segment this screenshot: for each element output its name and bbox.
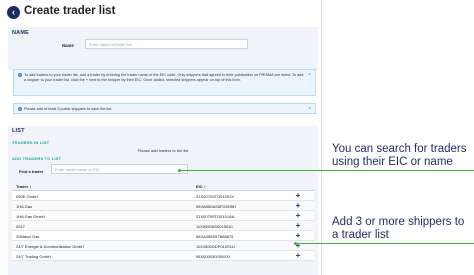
trader-name-cell: 1HA Gas GmbH xyxy=(16,213,45,219)
trader-name-cell: 2017 xyxy=(16,223,25,229)
add-trader-button[interactable]: + xyxy=(293,201,303,211)
info-box-minimum: i Please add at least 3 public shippers … xyxy=(13,103,316,114)
trader-table: 050E GmbH 21X0070STO01001X + 1HA Gas 96X… xyxy=(12,191,314,261)
table-row: 1HA Gas GmbH 21X0070STO0101AA + xyxy=(12,211,314,221)
back-arrow-icon[interactable]: ‹ xyxy=(7,6,20,19)
table-row: 20Maxcl Gas 56XA055S57B68675 + xyxy=(12,231,314,241)
name-section-heading: NAME xyxy=(12,30,29,36)
add-traders-heading: ADD TRADERS TO LIST xyxy=(12,156,62,161)
find-trader-label: Find a trader xyxy=(19,169,44,174)
table-row: 24/7 Trading GmbH 98X000030000000 + xyxy=(12,251,314,261)
table-row: 24/7 Energie & Kommunikation GmbH 11X150… xyxy=(12,241,314,251)
callout-connector-search xyxy=(180,170,474,171)
trader-name-cell: 1HA Gas xyxy=(16,203,33,209)
trader-name-cell: 050E GmbH xyxy=(16,193,39,199)
info-text: Please add at least 3 public shippers to… xyxy=(24,107,113,111)
eic-cell: 98X000030000000 xyxy=(196,253,230,259)
close-icon[interactable]: × xyxy=(308,72,311,78)
list-section-heading: LIST xyxy=(12,128,25,134)
trader-name-cell: 20Maxcl Gas xyxy=(16,233,40,239)
eic-cell: 21X0070STO01001X xyxy=(196,193,234,199)
name-section: NAME Name xyxy=(8,27,318,70)
eic-cell: 11X1500GDP010S1U xyxy=(196,243,235,249)
info-text: To add traders to your trader list, add … xyxy=(24,73,304,83)
table-row: 1HA Gas 96XA050AS5FG0H5H + xyxy=(12,201,314,211)
eic-cell: 11X0090AS0015010 xyxy=(196,223,233,229)
table-row: 050E GmbH 21X0070STO01001X + xyxy=(12,191,314,201)
create-trader-list-panel: ‹ Create trader list NAME Name i To add … xyxy=(0,0,322,275)
info-box-instructions: i To add traders to your trader list, ad… xyxy=(13,69,316,96)
info-icon: i xyxy=(18,73,22,77)
find-trader-input[interactable] xyxy=(51,164,188,174)
eic-cell: 21X0070STO0101AA xyxy=(196,213,235,219)
add-trader-button[interactable]: + xyxy=(293,251,303,261)
list-section: LIST TRADERS IN LIST Please add traders … xyxy=(8,126,318,275)
close-icon[interactable]: × xyxy=(308,106,311,112)
trader-list-name-input[interactable] xyxy=(85,39,248,49)
page-header: ‹ Create trader list xyxy=(0,0,321,26)
callout-connector-add xyxy=(296,243,474,244)
column-header-trader[interactable]: Trader ↕ xyxy=(16,184,31,189)
callout-dot-search xyxy=(178,169,181,172)
callout-add-text: Add 3 or more shippers to a trader list xyxy=(332,216,465,241)
trader-name-cell: 24/7 Energie & Kommunikation GmbH xyxy=(16,243,84,249)
page-title: Create trader list xyxy=(24,5,116,17)
eic-cell: 56XA055S57B68675 xyxy=(196,233,234,239)
name-label: Name xyxy=(62,43,74,48)
info-icon: i xyxy=(18,107,22,111)
add-trader-button[interactable]: + xyxy=(293,221,303,231)
eic-cell: 96XA050AS5FG0H5H xyxy=(196,203,236,209)
empty-list-message: Please add traders to the list xyxy=(137,148,189,153)
add-trader-button[interactable]: + xyxy=(293,211,303,221)
add-trader-button[interactable]: + xyxy=(293,191,303,201)
callout-search-text: You can search for traders using their E… xyxy=(332,143,467,168)
trader-name-cell: 24/7 Trading GmbH xyxy=(16,253,51,259)
column-header-eic[interactable]: EIC ↕ xyxy=(196,184,206,189)
callout-dot-add xyxy=(294,242,297,245)
add-trader-button[interactable]: + xyxy=(293,231,303,241)
table-row: 2017 11X0090AS0015010 + xyxy=(12,221,314,231)
traders-in-list-heading: TRADERS IN LIST xyxy=(12,140,50,145)
